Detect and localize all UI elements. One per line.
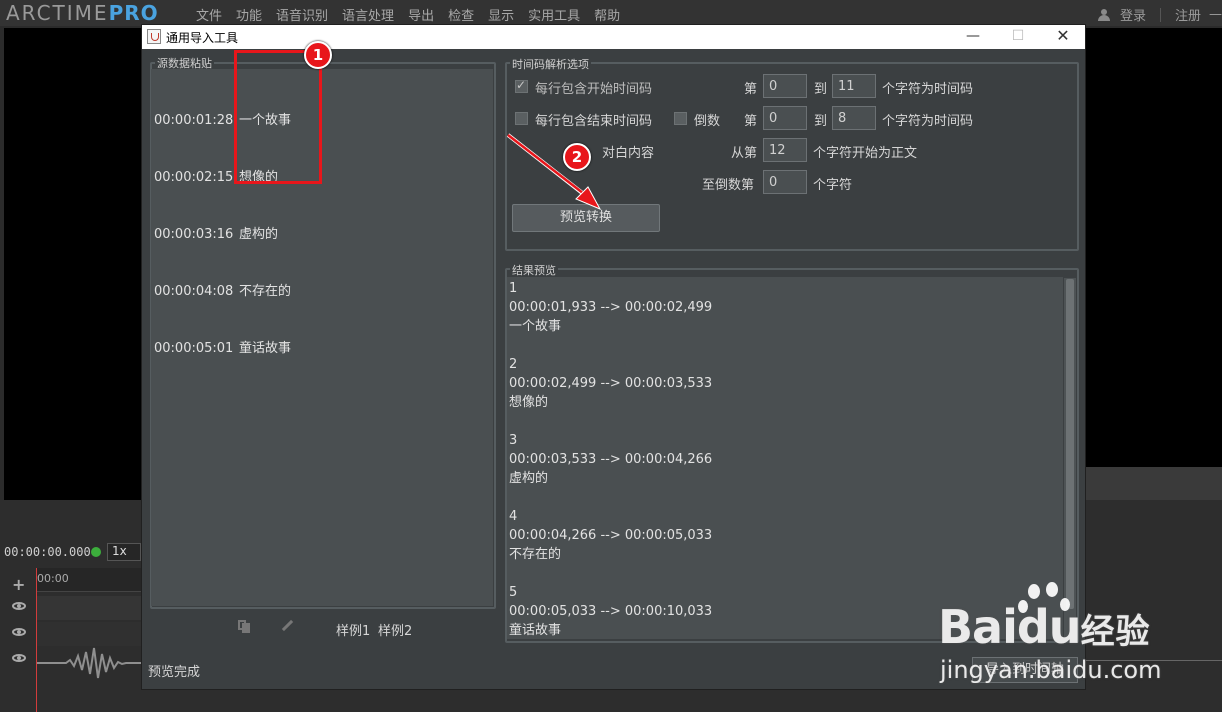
row1-to-label: 到 [814, 82, 828, 97]
menu-divider [1159, 7, 1161, 22]
source-line: 00:00:02:15 想像的 [154, 170, 279, 185]
logo-pro: PRO [108, 1, 159, 25]
end-timecode-label: 每行包含结束时间码 [535, 114, 653, 129]
menu-check[interactable]: 检查 [448, 5, 474, 24]
row1-from-field[interactable] [763, 74, 807, 98]
right-panel-header [1086, 467, 1222, 501]
row2-from-field[interactable] [763, 106, 807, 130]
result-entry: 1 00:00:01,933 --> 00:00:02,499 一个故事 [509, 281, 713, 334]
dialog-title: 通用导入工具 [166, 31, 239, 45]
eye-icon[interactable] [12, 602, 26, 610]
from-nth-suffix: 个字符开始为正文 [813, 146, 918, 161]
status-dot-icon [91, 547, 101, 557]
row2-suffix: 个字符为时间码 [882, 114, 974, 129]
source-line: 00:00:04:08 不存在的 [154, 284, 292, 299]
paw-icon [1046, 582, 1058, 597]
annotation-arrow [506, 133, 602, 211]
copy-icon[interactable] [238, 620, 250, 633]
audio-waveform [36, 647, 146, 679]
main-menu: 文件 功能 语音识别 语言处理 导出 检查 显示 实用工具 帮助 [196, 5, 634, 24]
menu-display[interactable]: 显示 [488, 5, 514, 24]
reverse-label: 倒数 [694, 114, 721, 129]
maximize-button[interactable]: ☐ [995, 25, 1041, 49]
to-last-suffix: 个字符 [813, 178, 853, 193]
result-entry: 2 00:00:02,499 --> 00:00:03,533 想像的 [509, 357, 713, 410]
row2-to-field[interactable] [832, 106, 876, 130]
menu-function[interactable]: 功能 [236, 5, 262, 24]
more-link[interactable]: — [1209, 7, 1222, 22]
result-entry: 4 00:00:04,266 --> 00:00:05,033 不存在的 [509, 509, 713, 562]
menu-speech-recognition[interactable]: 语音识别 [276, 5, 328, 24]
dialog-titlebar[interactable]: 通用导入工具 — ☐ ✕ [142, 25, 1085, 49]
app-logo: ARCTIMEPRO [6, 1, 159, 25]
edit-icon[interactable] [281, 620, 293, 632]
watermark-url: jingyan.baidu.com [940, 656, 1162, 684]
menu-language-processing[interactable]: 语言处理 [342, 5, 394, 24]
source-textarea[interactable]: 00:00:01:28 一个故事 00:00:02:15 想像的 00:00:03:… [151, 69, 493, 606]
to-last-label: 至倒数第 [702, 178, 755, 193]
minimize-button[interactable]: — [950, 25, 996, 49]
row1-to-field[interactable] [832, 74, 876, 98]
row2-to-label: 到 [814, 114, 828, 129]
register-link[interactable]: 注册 [1175, 5, 1201, 24]
sample-2-link[interactable]: 样例2 [378, 620, 412, 639]
timeline-track[interactable] [36, 596, 146, 620]
sample-1-link[interactable]: 样例1 [336, 620, 370, 639]
java-icon [147, 29, 161, 44]
end-timecode-checkbox[interactable] [515, 112, 528, 125]
annotation-badge-2: 2 [563, 143, 591, 171]
source-line: 00:00:05:01 童话故事 [154, 341, 292, 356]
start-timecode-checkbox[interactable] [515, 78, 528, 93]
menu-help[interactable]: 帮助 [594, 5, 620, 24]
eye-icon[interactable] [12, 628, 26, 636]
source-line: 00:00:01:28 一个故事 [154, 113, 292, 128]
to-last-field[interactable] [763, 170, 807, 194]
result-scrollbar-thumb[interactable] [1066, 279, 1074, 609]
options-group-title: 时间码解析选项 [510, 56, 591, 72]
current-timecode: 00:00:00.000 [4, 545, 91, 559]
menu-tools[interactable]: 实用工具 [528, 5, 580, 24]
dialog-content-label: 对白内容 [602, 146, 655, 161]
from-nth-label: 从第 [731, 146, 758, 161]
playback-speed-select[interactable]: 1x [107, 543, 141, 561]
source-line: 00:00:03:16 虚构的 [154, 227, 279, 242]
logo-text: ARCTIME [6, 1, 109, 25]
ruler-label: 00:00 [37, 572, 69, 585]
menu-export[interactable]: 导出 [408, 5, 434, 24]
add-track-icon[interactable]: + [12, 575, 25, 594]
from-nth-field[interactable] [763, 138, 807, 162]
reverse-checkbox[interactable] [674, 112, 687, 125]
eye-icon[interactable] [12, 654, 26, 662]
user-icon [1097, 8, 1110, 21]
row2-prefix: 第 [744, 114, 758, 129]
result-group-title: 结果预览 [510, 262, 558, 278]
row1-prefix: 第 [744, 82, 758, 97]
login-link[interactable]: 登录 [1120, 5, 1146, 24]
start-timecode-label: 每行包含开始时间码 [535, 82, 653, 97]
playhead[interactable] [36, 568, 37, 712]
annotation-highlight-box [234, 50, 322, 184]
paw-icon [1028, 584, 1040, 599]
annotation-badge-1: 1 [304, 41, 332, 69]
row1-suffix: 个字符为时间码 [882, 82, 974, 97]
app-menubar: ARCTIMEPRO 文件 功能 语音识别 语言处理 导出 检查 显示 实用工具… [0, 0, 1222, 26]
result-entry: 3 00:00:03,533 --> 00:00:04,266 虚构的 [509, 433, 713, 486]
watermark-brand: Baidu经验 [938, 600, 1151, 654]
menu-file[interactable]: 文件 [196, 5, 222, 24]
status-text: 预览完成 [148, 665, 201, 680]
account-menu: 登录 注册 — [1097, 5, 1222, 24]
close-button[interactable]: ✕ [1040, 25, 1086, 49]
